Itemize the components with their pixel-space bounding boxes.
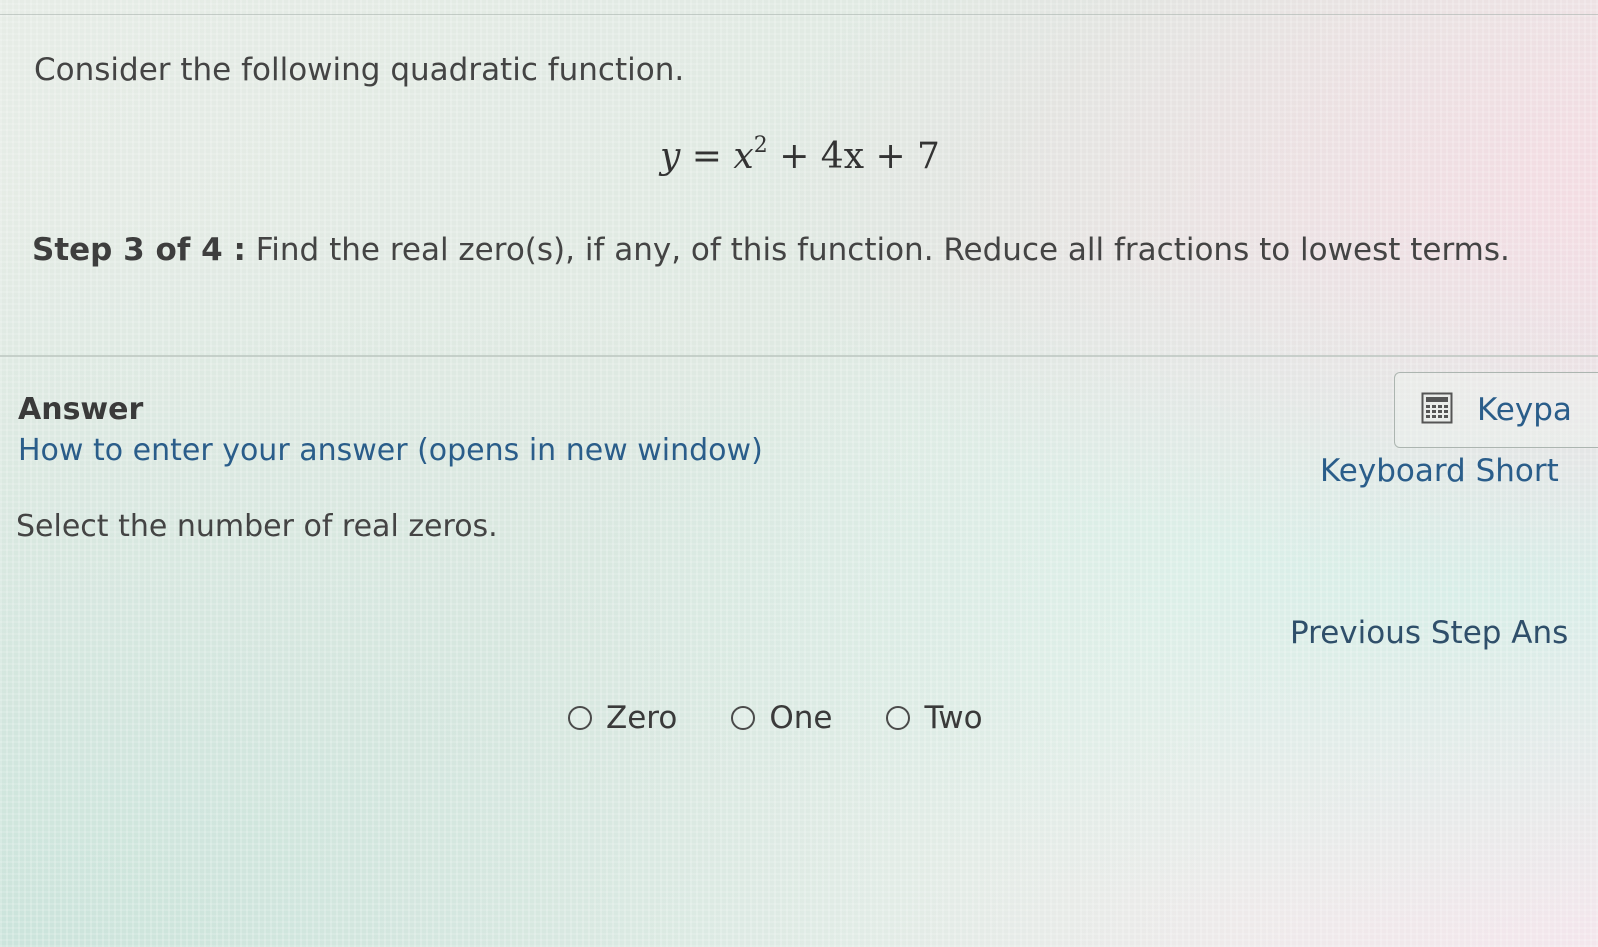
- select-prompt: Select the number of real zeros.: [16, 509, 498, 544]
- radio-two[interactable]: [886, 706, 911, 730]
- option-two-label: Two: [924, 700, 983, 736]
- step-label: Step 3 of 4 :: [32, 232, 246, 268]
- equation-equals: =: [691, 136, 722, 177]
- step-instruction: Step 3 of 4 : Find the real zero(s), if …: [32, 232, 1510, 268]
- radio-zero[interactable]: [568, 706, 592, 730]
- option-one[interactable]: One: [731, 700, 832, 736]
- radio-one[interactable]: [731, 706, 756, 730]
- equation-exponent: 2: [753, 133, 768, 158]
- keyboard-shortcuts-link[interactable]: Keyboard Short: [1320, 453, 1559, 489]
- previous-step-answers-link[interactable]: Previous Step Ans: [1290, 615, 1568, 651]
- option-one-label: One: [769, 700, 833, 736]
- equation-rest: + 4x + 7: [779, 136, 940, 177]
- equation-base: x: [733, 136, 754, 177]
- equation-lhs: y: [660, 136, 681, 177]
- keypad-label: Keypa: [1477, 392, 1572, 428]
- option-zero[interactable]: Zero: [568, 700, 677, 736]
- question-intro: Consider the following quadratic functio…: [34, 52, 685, 88]
- how-to-enter-answer-link[interactable]: How to enter your answer (opens in new w…: [18, 433, 763, 468]
- step-text: Find the real zero(s), if any, of this f…: [255, 232, 1510, 268]
- option-two[interactable]: Two: [886, 700, 983, 736]
- section-divider: [0, 355, 1598, 357]
- keypad-button[interactable]: Keypa: [1394, 372, 1598, 448]
- calculator-icon: [1421, 392, 1453, 428]
- option-zero-label: Zero: [606, 700, 678, 736]
- top-divider: [0, 14, 1598, 15]
- quadratic-equation: y = x2 + 4x + 7: [660, 133, 940, 178]
- answer-heading: Answer: [18, 392, 144, 427]
- zero-count-options: Zero One Two: [568, 700, 983, 736]
- right-panel: Keypa Keyboard Short Previous Step Ans: [1290, 360, 1598, 680]
